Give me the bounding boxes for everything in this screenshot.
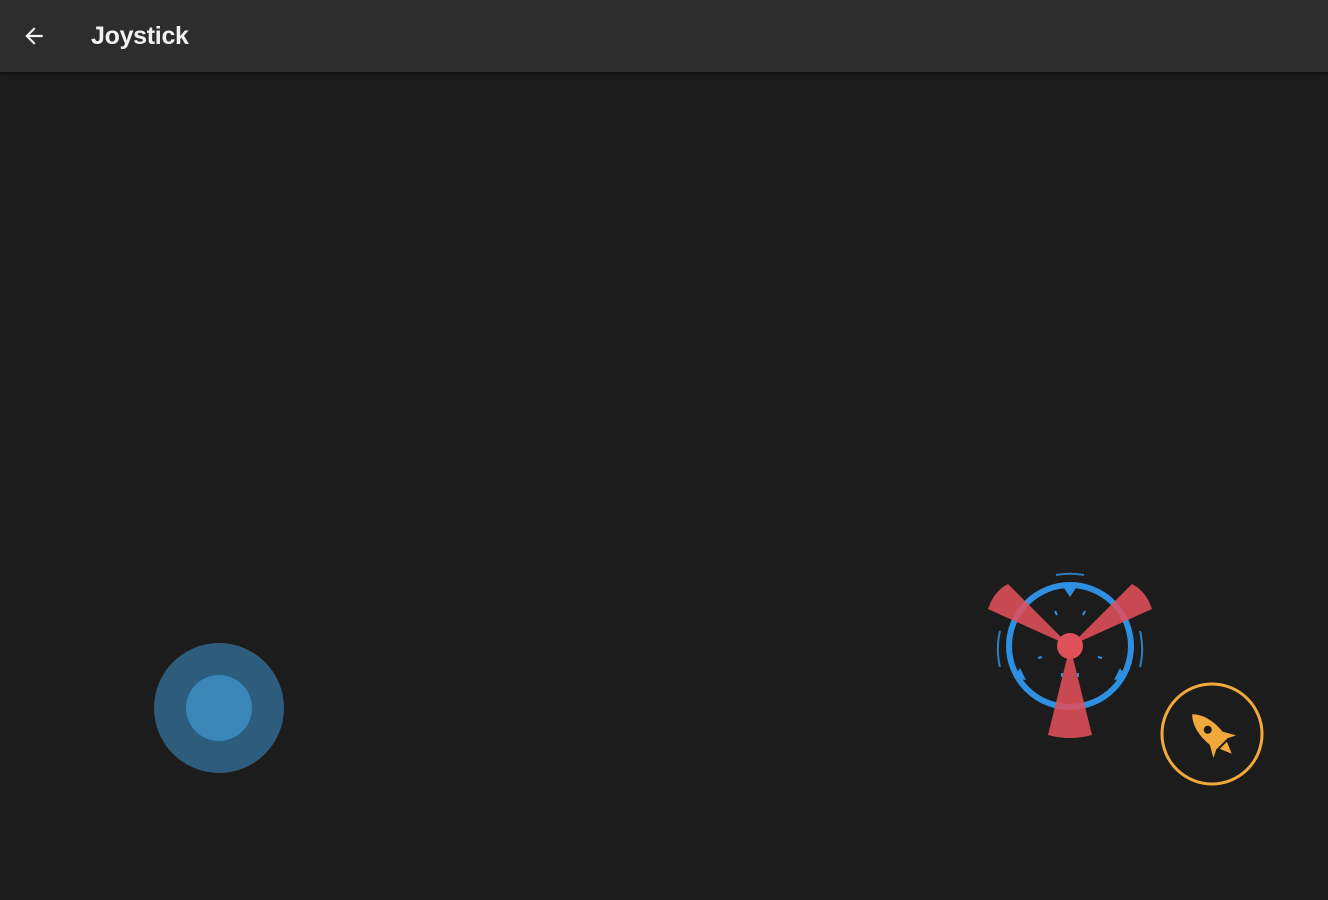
app-bar: Joystick bbox=[0, 0, 1328, 72]
page-title: Joystick bbox=[91, 22, 189, 50]
joystick-knob[interactable] bbox=[186, 675, 252, 741]
joystick-base[interactable] bbox=[154, 643, 284, 773]
crosshair-icon bbox=[988, 572, 1152, 738]
game-canvas[interactable] bbox=[0, 72, 1328, 900]
fire-button[interactable] bbox=[1159, 681, 1265, 787]
arrow-back-icon bbox=[25, 27, 43, 45]
back-button[interactable] bbox=[10, 12, 58, 60]
rocket-icon bbox=[1192, 714, 1237, 759]
